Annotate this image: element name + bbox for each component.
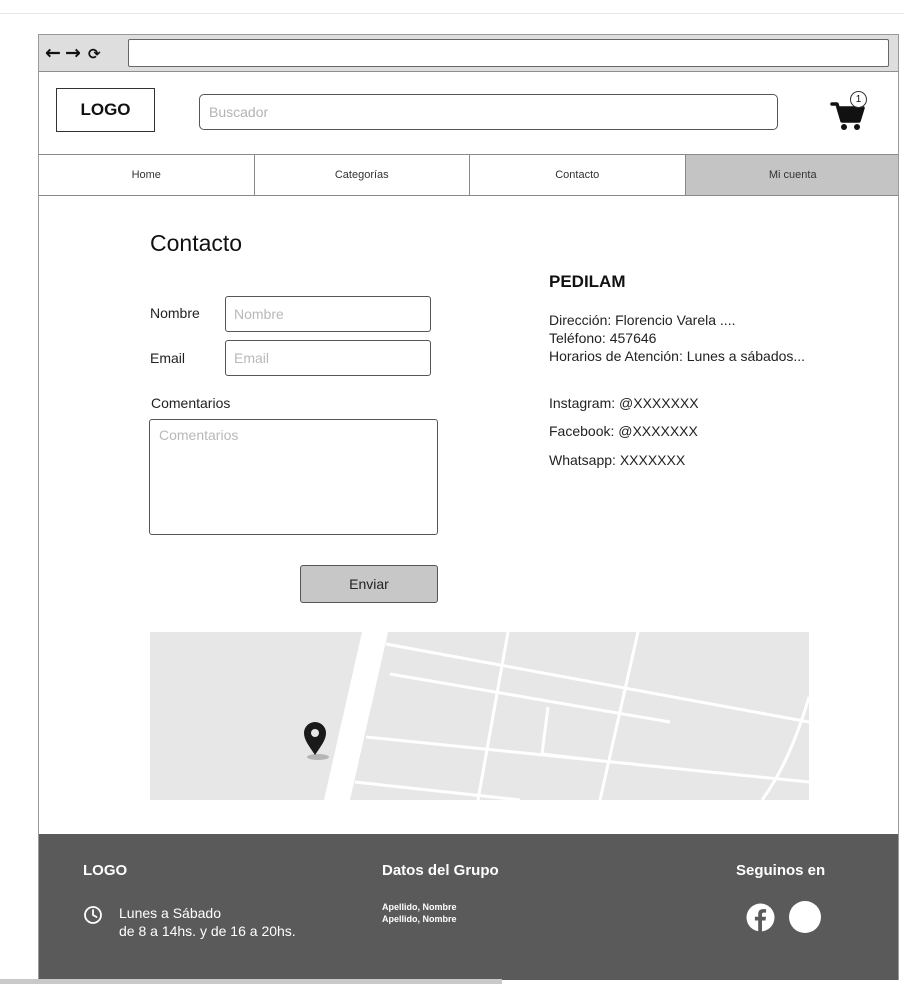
footer-group-member: Apellido, Nombre [382,902,457,912]
info-phone: Teléfono: 457646 [549,330,657,346]
name-label: Nombre [150,305,200,321]
horizontal-scrollbar[interactable] [0,979,502,984]
footer-group-member: Apellido, Nombre [382,914,457,924]
name-field[interactable] [225,296,431,332]
info-facebook[interactable]: Facebook: @XXXXXXX [549,423,698,439]
footer-follow-title: Seguinos en [736,862,826,879]
footer-logo[interactable]: LOGO [83,862,127,879]
footer-group-title: Datos del Grupo [382,862,499,879]
footer-hours-times: de 8 a 14hs. y de 16 a 20hs. [119,923,296,939]
info-address: Dirección: Florencio Varela .... [549,312,736,328]
header-logo[interactable]: LOGO [56,88,155,132]
browser-window: ← → ⟳ LOGO 1 Home Categorías Contacto Mi… [38,34,899,980]
email-label: Email [150,350,186,366]
email-field[interactable] [225,340,431,376]
business-name: PEDILAM [549,272,626,291]
comments-field[interactable] [149,419,438,535]
tab-categorias[interactable]: Categorías [254,155,470,195]
facebook-icon[interactable] [746,903,775,932]
page-title: Contacto [150,230,243,256]
reload-icon[interactable]: ⟳ [88,44,101,64]
back-arrow-icon[interactable]: ← [45,43,61,63]
submit-button[interactable]: Enviar [300,565,438,603]
tab-mi-cuenta[interactable]: Mi cuenta [685,155,898,195]
map-streets [324,632,809,800]
tab-home[interactable]: Home [39,155,255,195]
main-nav: Home Categorías Contacto Mi cuenta [39,154,898,196]
clock-icon [84,906,102,924]
site-footer: LOGO Lunes a Sábado de 8 a 14hs. y de 16… [39,834,898,980]
map-pin-icon[interactable] [300,720,330,762]
search-input[interactable] [199,94,778,130]
cart-count-badge: 1 [850,91,867,108]
info-hours: Horarios de Atención: Lunes a sábados... [549,348,806,364]
browser-toolbar: ← → ⟳ [39,35,898,72]
top-divider [0,13,904,14]
footer-hours-days: Lunes a Sábado [119,905,221,921]
info-whatsapp[interactable]: Whatsapp: XXXXXXX [549,452,685,468]
tab-contacto[interactable]: Contacto [470,155,686,195]
info-instagram[interactable]: Instagram: @XXXXXXX [549,395,699,411]
address-bar[interactable] [128,39,889,67]
forward-arrow-icon[interactable]: → [65,43,81,63]
cart-button[interactable]: 1 [829,91,869,133]
comments-label: Comentarios [151,395,231,411]
social-circle-icon[interactable] [789,901,821,933]
location-map[interactable] [150,632,809,800]
